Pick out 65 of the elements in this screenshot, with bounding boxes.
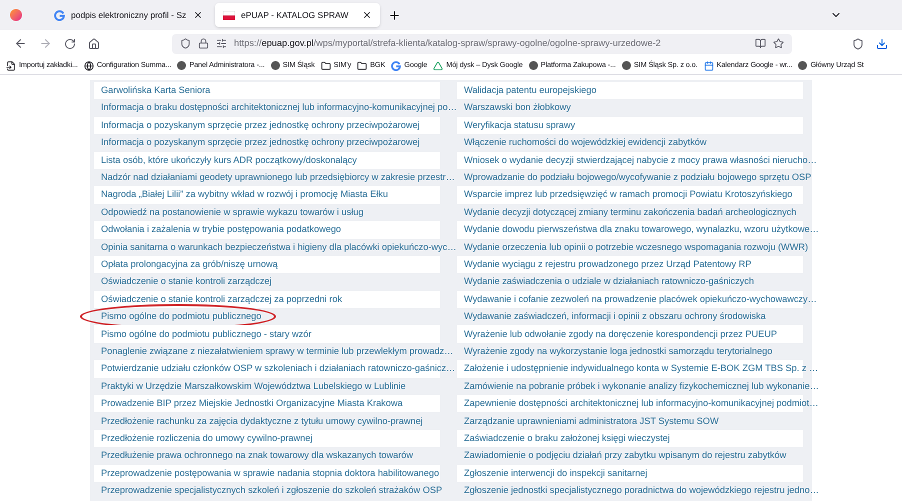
new-tab-icon[interactable] <box>388 8 401 22</box>
globe-icon <box>84 60 94 70</box>
catalog-link[interactable]: Potwierdzanie udziału członków OSP w szkoleniach i działaniach ratowniczo-gaśnicz… <box>101 364 456 374</box>
catalog-link[interactable]: Wyrażenie zgody na wykorzystanie loga jednostki samorządu terytorialnego <box>464 346 772 356</box>
catalog-link[interactable]: Informacja o pozyskanym sprzęcie przez jednostkę ochrony przeciwpożarowej <box>101 138 420 148</box>
catalog-link[interactable]: Zawiadomienie o podjęciu działań przy zabytku wpisanym do rejestru zabytków <box>464 451 786 460</box>
catalog-link[interactable]: Wydanie dowodu pierwszeństwa dla znaku towarowego, wynalazku, wzoru użytkowe… <box>464 225 819 234</box>
folder-icon <box>357 60 368 70</box>
reader-view-icon[interactable] <box>755 38 766 49</box>
catalog-link[interactable]: Opinia sanitarna o warunkach bezpieczeństwa i higieny dla placówki opiekuńczo-wyc… <box>101 242 456 252</box>
site-favicon-icon <box>622 61 631 70</box>
catalog-link[interactable]: Zapewnienie dostępności architektonicznej lub informacyjno-komunikacyjnej podmiot… <box>464 399 818 408</box>
import-icon <box>6 60 16 70</box>
catalog-link[interactable]: Warszawski bon żłobkowy <box>464 103 571 113</box>
catalog-link[interactable]: Wydawanie zaświadczeń, informacji i opinii z obszaru ochrony środowiska <box>464 312 766 322</box>
catalog-link[interactable]: Odpowiedź na postanowienie w sprawie wykazu towarów i usług <box>101 208 364 218</box>
catalog-link[interactable]: Garwolińska Karta Seniora <box>101 86 210 96</box>
site-favicon-icon <box>177 61 186 70</box>
catalog-link[interactable]: Wprowadzanie do podziału bojowego/wycofywanie z podziału bojowego sprzętu OSP <box>464 173 812 182</box>
browser-tab[interactable]: podpis elektroniczny profil - Sz <box>46 3 211 27</box>
url-text: https://epuap.gov.pl/wps/myportal/strefa-klienta/katalog-spraw/sprawy-ogolne/ogolne-sprawy-urzedowe-2 <box>234 36 661 50</box>
tab-title: podpis elektroniczny profil - Sz <box>71 8 187 22</box>
catalog-link[interactable]: Wydanie orzeczenia lub opinii o potrzebie wczesnego wspomagania rozwoju (WWR) <box>464 242 808 252</box>
catalog-link[interactable]: Założenie i udostępnienie indywidualnego konta w Systemie E-BOK ZGM TBS Sp. z … <box>464 364 818 374</box>
catalog-link[interactable]: Zgłoszenie jednostki specjalistycznego poradnictwa do wojewódzkiego rejestru jedno… <box>464 486 819 496</box>
folder-icon <box>320 60 331 70</box>
google-logo-icon <box>391 60 402 70</box>
catalog-link[interactable]: Wydawanie i cofanie zezwoleń na prowadzenie placówek opiekuńczo-wychowawczy… <box>464 294 817 304</box>
catalog-link[interactable]: Przedłożenie rachunku za zajęcia dydaktyczne z tytułu umowy cywilno-prawnej <box>101 416 423 426</box>
catalog-link[interactable]: Wydanie zaświadczenia o udziale w działaniach ratowniczo-gaśniczych <box>464 277 754 287</box>
browser-tab[interactable]: ePUAP - KATALOG SPRAW <box>215 3 380 27</box>
google-logo-icon <box>54 10 65 20</box>
permissions-icon <box>216 38 227 49</box>
catalog-link[interactable]: Przedłużenie prawa ochronnego na znak towarowy dla wskazanych towarów <box>101 451 414 460</box>
catalog-link[interactable]: Weryfikacja statusu sprawy <box>464 120 576 130</box>
back-icon[interactable] <box>14 37 27 50</box>
catalog-link[interactable]: Zamówienie na pobranie próbek i wykonanie analizy fizykochemicznej lub wykonanie… <box>464 382 819 391</box>
catalog-link[interactable]: Praktyki w Urzędzie Marszałkowskim Województwa Lubelskiego w Lublinie <box>101 382 406 391</box>
close-icon[interactable] <box>362 10 372 20</box>
site-favicon-icon <box>270 61 280 70</box>
bookmark-star-icon[interactable] <box>773 38 784 49</box>
catalog-link[interactable]: Nadzór nad działaniami geodety uprawnionego lub przedsiębiorcy w zakresie przestr… <box>101 173 455 182</box>
calendar-icon <box>704 60 714 70</box>
site-favicon-icon <box>798 61 808 70</box>
close-icon[interactable] <box>193 10 203 20</box>
catalog-link[interactable]: Przeprowadzenie specjalistycznych szkoleń i zgłoszenie do szkoleń strażaków OSP <box>101 486 442 496</box>
catalog-link[interactable]: Włączenie ruchomości do wojewódzkiej ewidencji zabytków <box>464 138 707 148</box>
lock-icon <box>198 38 209 49</box>
catalog-link[interactable]: Oświadczenie o stanie kontroli zarządczej <box>101 277 272 287</box>
catalog-link[interactable]: Pismo ogólne do podmiotu publicznego <box>101 312 262 322</box>
catalog-link[interactable]: Wniosek o wydanie decyzji stwierdzającej nabycie z mocy prawa własności nierucho… <box>464 156 817 165</box>
home-icon[interactable] <box>88 38 100 50</box>
catalog-link[interactable]: Zarządzanie uprawnieniami administratora JST Systemu SOW <box>464 416 719 426</box>
flag-icon <box>223 10 235 20</box>
site-favicon-icon <box>528 61 538 70</box>
catalog-link[interactable]: Informacja o braku dostępności architektonicznej lub informacyjno-komunikacyjnej po… <box>101 103 457 113</box>
catalog-link[interactable]: Ponaglenie związane z niezałatwieniem sprawy w terminie lub przewlekłym prowadz… <box>101 346 454 356</box>
tab-title: ePUAP - KATALOG SPRAW <box>241 8 350 22</box>
reload-icon[interactable] <box>64 38 76 50</box>
shield-icon <box>180 38 191 49</box>
catalog-link[interactable]: Wydanie decyzji dotyczącej zmiany terminu zakończenia badań archeologicznych <box>464 208 796 218</box>
address-bar[interactable]: https://epuap.gov.pl/wps/myportal/strefa-klienta/katalog-spraw/sprawy-ogolne/ogolne-sprawy-urzedowe-2 <box>172 34 792 54</box>
download-icon[interactable] <box>876 38 888 50</box>
triangle-icon <box>433 60 444 70</box>
browser-logo-icon[interactable] <box>10 9 22 21</box>
